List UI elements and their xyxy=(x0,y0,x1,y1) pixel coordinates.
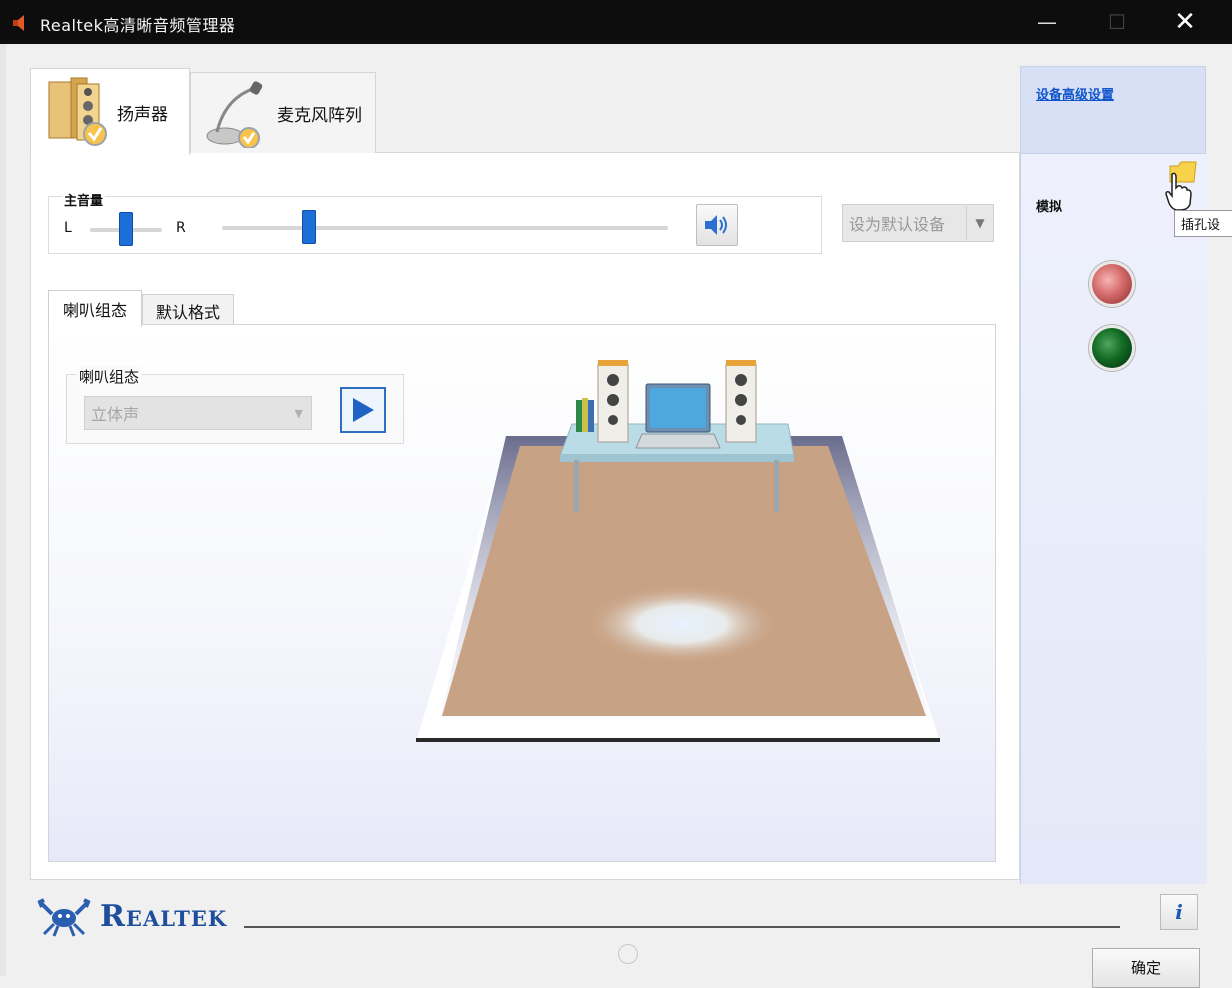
balance-slider-thumb[interactable] xyxy=(119,212,133,246)
tab-speaker-configuration[interactable]: 喇叭组态 xyxy=(48,290,142,327)
realtek-logo: Realtek xyxy=(36,894,227,938)
maximize-button[interactable]: ☐ xyxy=(1094,0,1140,44)
window-left-edge xyxy=(0,44,6,976)
dropdown-arrow-icon: ▼ xyxy=(966,206,993,240)
tab-speakers-label: 扬声器 xyxy=(117,104,168,125)
ok-button[interactable]: 确定 xyxy=(1092,948,1200,988)
speaker-volume-icon xyxy=(705,215,727,235)
tab-microphone-array-label: 麦克风阵列 xyxy=(277,105,362,126)
pink-jack-icon[interactable] xyxy=(1092,264,1132,304)
green-jack-icon[interactable] xyxy=(1092,328,1132,368)
tab-microphone-array[interactable]: 麦克风阵列 xyxy=(190,72,376,153)
play-icon xyxy=(353,398,374,422)
balance-left-label: L xyxy=(64,220,72,236)
footer-divider xyxy=(244,926,1120,928)
microphone-icon xyxy=(206,81,263,148)
mute-button[interactable] xyxy=(696,204,738,246)
speaker-icon xyxy=(48,77,107,146)
realtek-speaker-icon xyxy=(13,15,24,31)
set-default-device-dropdown[interactable]: 设为默认设备 ▼ xyxy=(842,204,994,242)
speaker-configuration-value: 立体声 xyxy=(91,405,140,424)
tab-speakers[interactable]: 扬声器 xyxy=(30,68,190,155)
realtek-brand-text: Realtek xyxy=(100,898,228,934)
speaker-configuration-group-title: 喇叭组态 xyxy=(76,366,143,387)
play-test-button[interactable] xyxy=(340,387,386,433)
realtek-crab-icon xyxy=(37,898,91,937)
master-volume-title: 主音量 xyxy=(62,190,106,209)
window-title: Realtek高清晰音频管理器 xyxy=(40,16,236,35)
analog-section-label: 模拟 xyxy=(1036,200,1063,215)
advanced-device-settings-link[interactable]: 设备高级设置 xyxy=(1036,84,1114,103)
info-button[interactable]: i xyxy=(1160,894,1198,930)
set-default-device-label: 设为默认设备 xyxy=(849,215,946,234)
hand-cursor-icon xyxy=(1165,172,1192,211)
jack-settings-tooltip: 插孔设 xyxy=(1174,210,1232,237)
chevron-down-icon: ▼ xyxy=(294,406,303,420)
close-button[interactable]: ✕ xyxy=(1162,0,1208,44)
sidebar-header xyxy=(1020,66,1206,154)
speaker-configuration-select[interactable]: 立体声 ▼ xyxy=(84,396,312,430)
balance-right-label: R xyxy=(176,220,186,236)
focus-indicator xyxy=(618,944,638,964)
tab-default-format[interactable]: 默认格式 xyxy=(142,294,234,327)
master-volume-slider-track[interactable] xyxy=(222,226,668,230)
minimize-button[interactable]: — xyxy=(1024,0,1070,44)
master-volume-slider-thumb[interactable] xyxy=(302,210,316,244)
room-speaker-illustration xyxy=(416,360,940,742)
